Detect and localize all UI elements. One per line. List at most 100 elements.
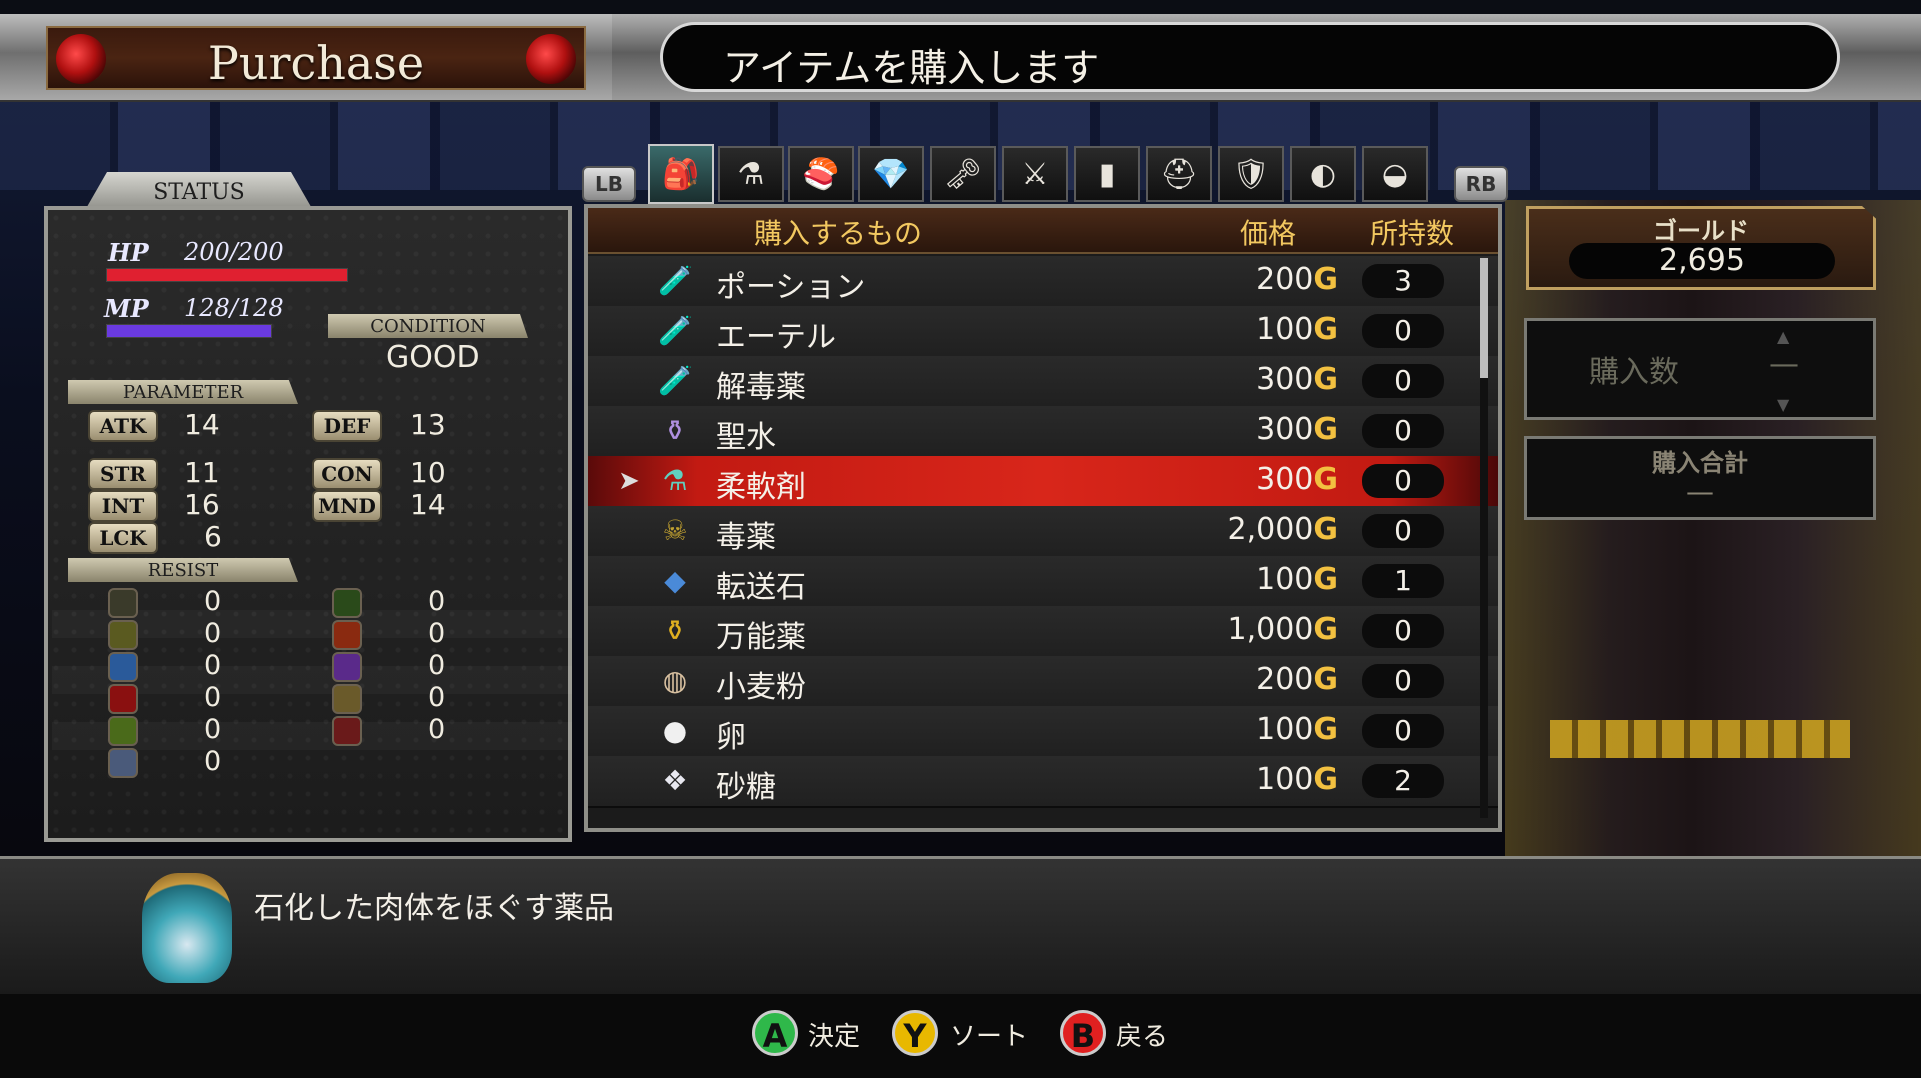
quantity-value: — xyxy=(1769,347,1799,382)
mp-bar xyxy=(106,324,272,338)
item-owned-count: 2 xyxy=(1362,764,1444,798)
item-price-value: 200 xyxy=(1256,262,1314,297)
description-bar: 石化した肉体をほぐす薬品 xyxy=(0,856,1921,998)
parameter-section-label: PARAMETER xyxy=(68,380,298,404)
item-name: 砂糖 xyxy=(716,770,776,805)
item-owned-count: 0 xyxy=(1362,314,1444,348)
resist-value: 0 xyxy=(428,650,446,681)
param-str-label: STR xyxy=(88,458,158,490)
scrollbar[interactable] xyxy=(1480,258,1488,818)
tab-cloak-icon[interactable]: ◒ xyxy=(1362,146,1428,202)
param-atk-label: ATK xyxy=(88,410,158,442)
item-price-value: 1,000 xyxy=(1227,612,1314,647)
y-button-icon[interactable]: Y xyxy=(892,1010,938,1056)
poison-icon xyxy=(108,716,138,746)
resist-value: 0 xyxy=(204,682,222,713)
selection-cursor-icon: ➤ xyxy=(618,466,640,496)
item-description: 石化した肉体をほぐす薬品 xyxy=(254,891,614,926)
item-row[interactable]: ➤ ⚗ 柔軟剤 300G 0 xyxy=(588,456,1498,508)
item-owned-count: 0 xyxy=(1362,514,1444,548)
item-row[interactable]: 🧪 ポーション 200G 3 xyxy=(588,256,1498,308)
currency-symbol: G xyxy=(1313,312,1338,347)
tab-helmet-icon[interactable]: ⛑ xyxy=(1146,146,1212,202)
item-row[interactable]: ⚱ 万能薬 1,000G 0 xyxy=(588,606,1498,658)
header-message: アイテムを購入します xyxy=(723,46,1100,90)
tab-armor-icon[interactable]: 🛡 xyxy=(1218,146,1284,202)
header-left: Purchase xyxy=(0,14,612,102)
item-row[interactable]: 🧪 エーテル 100G 0 xyxy=(588,306,1498,358)
quantity-panel[interactable]: ▲ 購入数 — ▼ xyxy=(1524,318,1876,420)
item-owned-count: 0 xyxy=(1362,414,1444,448)
column-price: 価格 xyxy=(1240,217,1297,250)
item-name: エーテル xyxy=(716,320,836,355)
item-price: 100G xyxy=(1256,762,1338,797)
egg-icon: ● xyxy=(662,714,688,747)
mp-label: MP xyxy=(104,294,149,323)
item-owned-count: 0 xyxy=(1362,464,1444,498)
item-name: 卵 xyxy=(716,720,746,755)
warp-stone-icon: ◆ xyxy=(664,564,686,597)
tab-crystal-icon[interactable]: 💎 xyxy=(858,146,924,202)
tab-potion-icon[interactable]: ⚗ xyxy=(718,146,784,202)
resist-value: 0 xyxy=(428,618,446,649)
resist-value: 0 xyxy=(204,714,222,745)
earth-icon xyxy=(108,620,138,650)
total-value: — xyxy=(1686,475,1714,508)
quantity-down-icon[interactable]: ▼ xyxy=(1777,395,1789,414)
item-price: 100G xyxy=(1256,562,1338,597)
item-row[interactable]: ◍ 小麦粉 200G 0 xyxy=(588,656,1498,708)
param-int-label: INT xyxy=(88,490,158,522)
flour-icon: ◍ xyxy=(662,664,688,697)
sort-label[interactable]: ソート xyxy=(950,1016,1028,1053)
softener-bottle-icon xyxy=(142,873,232,983)
button-guide: A 決定 Y ソート B 戻る xyxy=(0,994,1921,1078)
quantity-up-icon[interactable]: ▲ xyxy=(1777,327,1789,346)
currency-symbol: G xyxy=(1313,262,1338,297)
sugar-icon: ❖ xyxy=(662,764,688,797)
item-row[interactable]: ☠ 毒薬 2,000G 0 xyxy=(588,506,1498,558)
rb-button[interactable]: RB xyxy=(1454,166,1508,202)
param-con-value: 10 xyxy=(410,456,446,489)
item-price: 300G xyxy=(1256,462,1338,497)
item-price-value: 100 xyxy=(1256,762,1314,797)
message-box: アイテムを購入します xyxy=(660,22,1840,92)
resist-value: 0 xyxy=(204,618,222,649)
scrollbar-thumb[interactable] xyxy=(1480,258,1488,378)
tab-food-icon[interactable]: 🍣 xyxy=(788,146,854,202)
blood-drop-icon xyxy=(108,684,138,714)
item-name: 毒薬 xyxy=(716,520,776,555)
b-button-icon[interactable]: B xyxy=(1060,1010,1106,1056)
elixir-icon: ⚱ xyxy=(663,614,687,647)
item-row[interactable]: ◆ 転送石 100G 1 xyxy=(588,556,1498,608)
item-row[interactable]: ⚱ 聖水 300G 0 xyxy=(588,406,1498,458)
a-button-icon[interactable]: A xyxy=(752,1010,798,1056)
item-owned-count: 0 xyxy=(1362,714,1444,748)
item-row[interactable]: 🧪 解毒薬 300G 0 xyxy=(588,356,1498,408)
item-row[interactable]: ❖ 砂糖 100G 2 xyxy=(588,756,1498,808)
currency-symbol: G xyxy=(1313,762,1338,797)
item-price: 300G xyxy=(1256,362,1338,397)
tab-ammo-icon[interactable]: ▮ xyxy=(1074,146,1140,202)
currency-symbol: G xyxy=(1313,662,1338,697)
resist-value: 0 xyxy=(428,586,446,617)
antidote-icon: 🧪 xyxy=(658,364,693,397)
param-str-value: 11 xyxy=(184,456,220,489)
tab-backpack-icon[interactable]: 🎒 xyxy=(648,144,714,204)
lightning-icon xyxy=(332,652,362,682)
gold-panel: ゴールド 2,695 xyxy=(1526,206,1876,290)
hp-bar-fill xyxy=(107,269,347,281)
item-row[interactable]: ● 卵 100G 0 xyxy=(588,706,1498,758)
confirm-label[interactable]: 決定 xyxy=(808,1016,860,1053)
item-name: 転送石 xyxy=(716,570,806,605)
page-title: Purchase xyxy=(207,36,425,90)
back-label[interactable]: 戻る xyxy=(1116,1016,1168,1053)
holy-water-icon: ⚱ xyxy=(663,414,687,447)
tab-crossed-swords-icon[interactable]: ⚔ xyxy=(1002,146,1068,202)
red-potion-icon: 🧪 xyxy=(658,264,693,297)
item-price-value: 100 xyxy=(1256,312,1314,347)
tab-bracer-icon[interactable]: ◐ xyxy=(1290,146,1356,202)
tab-key-icon[interactable]: 🗝 xyxy=(930,146,996,202)
item-price: 200G xyxy=(1256,662,1338,697)
lb-button[interactable]: LB xyxy=(582,166,636,202)
status-panel: HP 200/200 MP 128/128 CONDITION GOOD PAR… xyxy=(44,206,572,842)
